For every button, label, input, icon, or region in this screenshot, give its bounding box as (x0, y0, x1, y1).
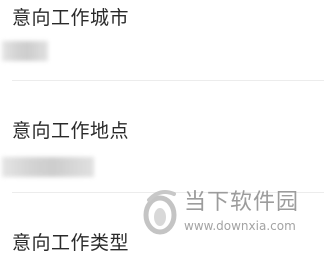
downxia-logo-icon (143, 190, 177, 235)
divider (12, 80, 324, 81)
watermark-name: 当下软件园 (184, 190, 300, 215)
field-value-intended-city-blurred (2, 41, 48, 61)
field-value-intended-location-blurred (2, 157, 94, 177)
field-label-intended-location: 意向工作地点 (12, 120, 130, 142)
field-label-intended-city: 意向工作城市 (12, 7, 130, 29)
field-label-intended-type: 意向工作类型 (12, 232, 130, 254)
watermark-url: www.downxia.com (184, 219, 296, 233)
watermark: 当下软件园 www.downxia.com (140, 186, 324, 242)
